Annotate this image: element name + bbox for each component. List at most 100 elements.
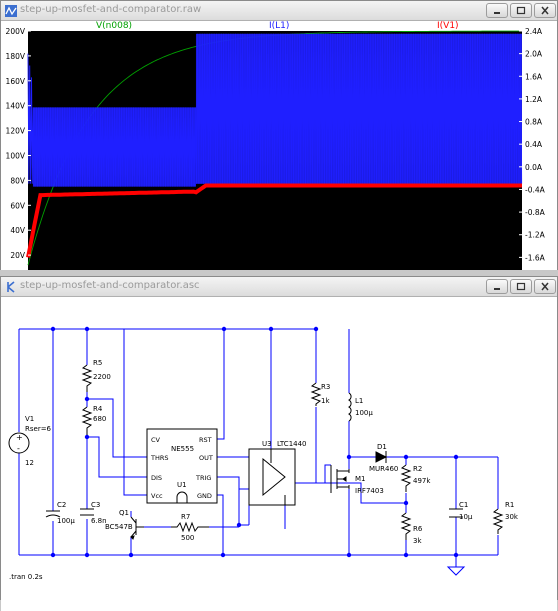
trace-il1-band-a [32,107,196,187]
c1-name: C1 [459,501,468,509]
v1-voltage-source[interactable]: + - [8,432,30,454]
restore-button[interactable] [510,279,532,294]
r2-name: R2 [413,465,422,473]
minimize-icon [494,12,500,14]
r1-value: 30k [505,513,519,521]
waveform-plot-pane[interactable]: 200V180V160V140V120V100V80V60V40V20V0V2.… [1,21,557,291]
u1-pin-trig: TRIG [195,474,211,482]
c3-capacitor[interactable] [80,508,94,516]
minimize-icon [494,288,500,290]
restore-icon [516,282,526,291]
y-left-tick-label: 100V [6,152,26,161]
r5-value: 2200 [93,373,111,381]
waveform-app-icon [5,5,17,17]
u1-pin-thrs: THRS [150,454,169,462]
u3-ltc1440[interactable] [248,448,296,506]
u1-pin-out: OUT [199,454,213,462]
u1-pin-vcc: Vcc [151,492,163,500]
y-left-tick-label: 20V [10,251,26,260]
r3-name: R3 [321,383,330,391]
y-right-tick-label: 0.8A [525,118,543,127]
minimize-button[interactable] [486,3,508,18]
y-right-tick-label: 1.2A [525,95,543,104]
minimize-button[interactable] [486,279,508,294]
v1-name: V1 [25,415,34,423]
u3-part: LTC1440 [277,440,307,448]
r1-name: R1 [505,501,514,509]
schematic-window-title: step-up-mosfet-and-comparator.asc [20,280,200,291]
waveform-window-title: step-up-mosfet-and-comparator.raw [20,4,202,15]
r1-resistor[interactable] [492,508,504,534]
trace-label-iv1[interactable]: I(V1) [437,21,459,31]
y-left-tick-label: 120V [6,127,26,136]
l1-inductor[interactable] [347,392,352,422]
u1-name: U1 [177,481,187,489]
y-left-tick-label: 160V [6,77,26,86]
r6-value: 3k [413,537,422,545]
y-left-tick-label: 180V [6,52,26,61]
y-left-tick-label: 40V [10,226,26,235]
y-right-tick-label: -1.6A [525,253,546,262]
waveform-window: step-up-mosfet-and-comparator.raw 200V 18… [0,0,558,291]
wires [18,328,499,567]
u1-pin-gnd: GND [197,492,212,500]
m1-value: IRF7403 [355,487,384,495]
q1-name: Q1 [119,509,129,517]
r6-name: R6 [413,525,423,533]
close-icon [541,282,549,291]
y-right-tick-label: -0.8A [525,208,546,217]
r4-value: 680 [93,415,106,423]
r7-resistor[interactable] [171,521,209,533]
c2-name: C2 [57,501,66,509]
waveform-title-bar[interactable]: step-up-mosfet-and-comparator.raw [1,1,557,21]
r4-name: R4 [93,405,103,413]
y-right-tick-label: 1.6A [525,72,543,81]
schematic-svg[interactable]: + - V1 Rser=6 12 R5 2200 R4 680 C2 100µ [1,297,557,599]
schematic-title-bar[interactable]: step-up-mosfet-and-comparator.asc [1,277,557,297]
close-button[interactable] [534,3,556,18]
u1-pin-rst: RST [199,436,212,444]
l1-name: L1 [355,397,363,405]
d1-value: MUR460 [369,465,398,473]
trace-label-il1[interactable]: I(L1) [269,21,289,31]
r7-name: R7 [181,513,190,521]
u3-name: U3 [262,440,272,448]
y-right-tick-label: 0.0A [525,163,543,172]
y-left-tick-label: 80V [10,176,26,185]
y-left-tick-label: 140V [6,102,26,111]
close-button[interactable] [534,279,556,294]
r3-resistor[interactable] [310,382,322,406]
r5-name: R5 [93,359,102,367]
r3-value: 1k [321,397,330,405]
r4-resistor[interactable] [81,406,93,435]
svg-text:+: + [16,433,23,442]
v1-value: 12 [25,459,34,467]
restore-button[interactable] [510,3,532,18]
r2-resistor[interactable] [400,464,412,492]
spice-directive[interactable]: .tran 0.2s [9,573,43,581]
restore-icon [516,6,526,15]
m1-mosfet[interactable] [330,465,350,493]
u1-pin-dis: DIS [151,474,162,482]
trace-label-vn008[interactable]: V(n008) [96,21,132,31]
c2-value: 100µ [57,517,75,525]
u1-pin-cv: CV [151,436,161,444]
y-right-tick-label: -0.4A [525,185,546,194]
y-left-tick-label: 200V [6,27,26,36]
d1-name: D1 [377,443,387,451]
schematic-canvas[interactable]: + - V1 Rser=6 12 R5 2200 R4 680 C2 100µ [1,297,557,611]
y-right-tick-label: -1.2A [525,231,546,240]
r6-resistor[interactable] [400,512,412,540]
v1-rser: Rser=6 [25,425,52,433]
r7-value: 500 [181,534,194,542]
waveform-plot-svg[interactable]: 200V180V160V140V120V100V80V60V40V20V0V2.… [1,21,557,291]
r5-resistor[interactable] [81,364,93,392]
y-right-tick-label: 0.4A [525,140,543,149]
q1-transistor[interactable] [130,516,144,540]
d1-diode[interactable] [375,451,388,463]
c3-name: C3 [91,501,100,509]
y-right-tick-label: 2.4A [525,27,543,36]
m1-name: M1 [355,475,366,483]
u1-part: NE555 [171,445,194,453]
close-icon [541,6,549,15]
